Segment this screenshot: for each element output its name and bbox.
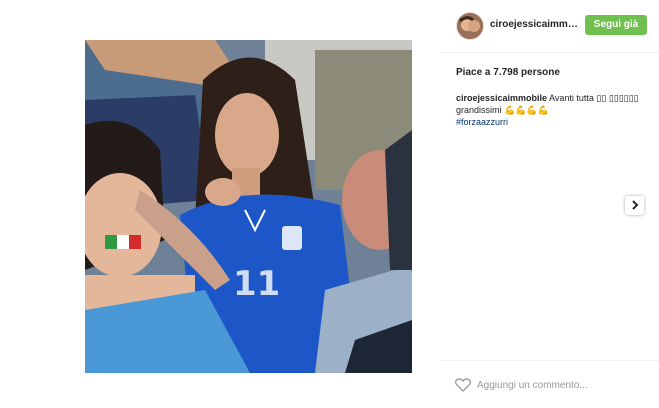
hashtag-link[interactable]: #forzaazzurri	[456, 116, 646, 128]
caption-username[interactable]: ciroejessicaimmobile	[456, 93, 547, 103]
chevron-right-icon	[631, 197, 639, 215]
post-photo-illustration: 11	[85, 40, 412, 373]
following-button[interactable]: Segui già	[585, 15, 647, 35]
next-button[interactable]	[625, 196, 644, 215]
comment-bar	[440, 360, 659, 408]
heart-icon[interactable]	[454, 378, 472, 397]
likes-count[interactable]: Piace a 7.798 persone	[456, 67, 560, 78]
post-caption: ciroejessicaimmobile Avanti tutta ▯▯ ▯▯▯…	[456, 92, 646, 128]
avatar-image	[457, 13, 483, 39]
post-photo[interactable]: 11	[85, 40, 412, 373]
post-header: ciroejessicaimmo... Segui già	[440, 0, 659, 53]
comment-input[interactable]	[477, 378, 627, 392]
avatar[interactable]	[456, 12, 484, 40]
svg-text:11: 11	[233, 264, 280, 304]
username-link[interactable]: ciroejessicaimmo...	[490, 19, 582, 30]
